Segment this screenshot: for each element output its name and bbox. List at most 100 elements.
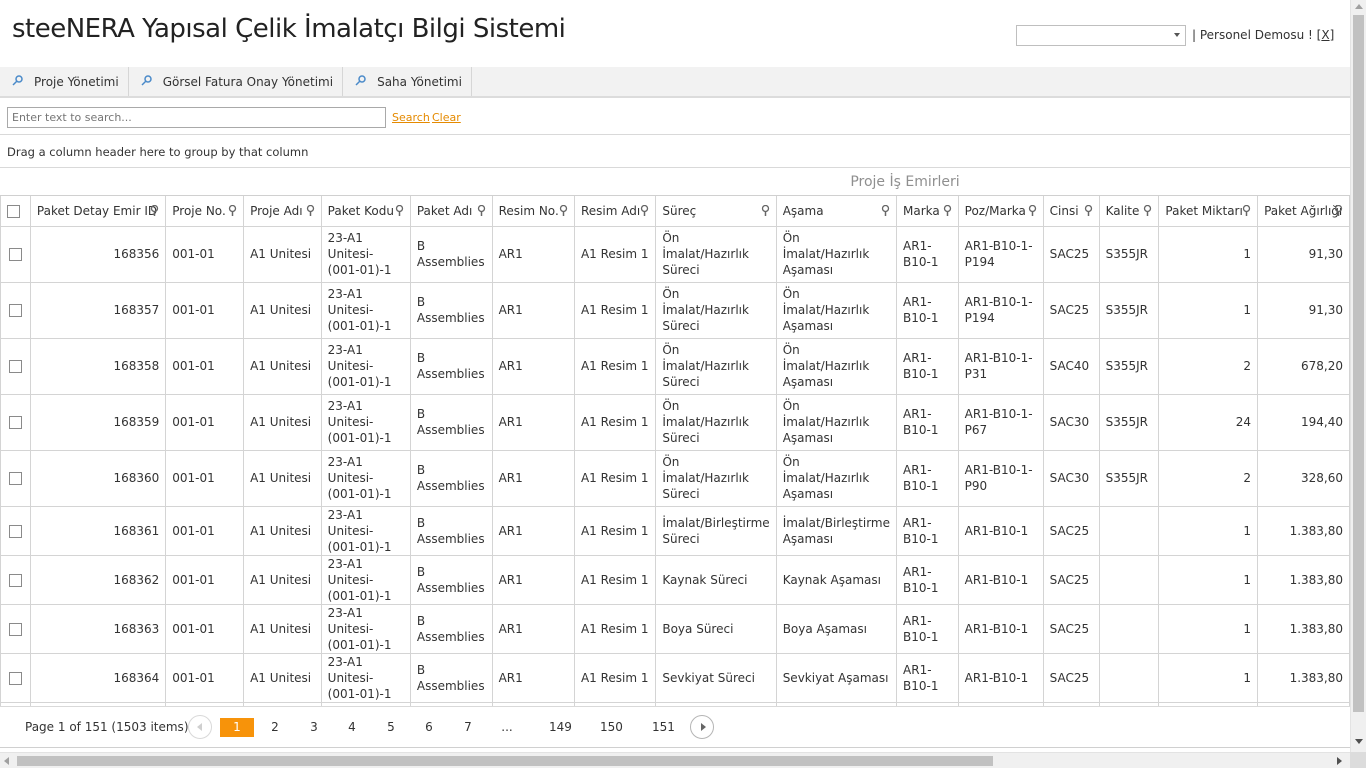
table-cell <box>1098 554 1160 605</box>
table-row[interactable]: 168363 001-01 A1 Unitesi 23-A1 Unitesi-(001… <box>0 603 1350 654</box>
filter-icon[interactable] <box>640 204 649 219</box>
user-area: | Personel Demosu ! [X] <box>1016 24 1334 46</box>
table-row[interactable]: 168364 001-01 A1 Unitesi 23-A1 Unitesi-(001… <box>0 652 1350 703</box>
table-cell: A1 Resim 1 <box>573 281 657 339</box>
filter-icon[interactable] <box>477 204 486 219</box>
next-page-button[interactable] <box>690 715 714 739</box>
column-header[interactable]: Poz/Marka <box>957 196 1044 227</box>
page-6[interactable]: 6 <box>419 718 439 737</box>
filter-icon[interactable] <box>395 204 404 219</box>
filter-icon[interactable] <box>1028 204 1037 219</box>
page-151[interactable]: 151 <box>648 718 679 737</box>
column-header[interactable]: Marka <box>896 196 959 227</box>
table-cell: A1 Resim 1 <box>573 603 657 654</box>
vertical-scrollbar[interactable] <box>1350 0 1366 752</box>
vertical-scroll-thumb[interactable] <box>1353 15 1364 712</box>
filter-icon[interactable] <box>1143 204 1152 219</box>
user-dropdown[interactable] <box>1016 24 1186 46</box>
filter-icon[interactable] <box>943 204 952 219</box>
table-row[interactable]: 168358 001-01 A1 Unitesi 23-A1 Unitesi-(001… <box>0 337 1350 395</box>
page-149[interactable]: 149 <box>545 718 576 737</box>
column-header[interactable]: Paket Adı <box>409 196 493 227</box>
column-header[interactable]: Resim Adı <box>573 196 657 227</box>
horizontal-scroll-thumb[interactable] <box>17 756 993 766</box>
column-header[interactable]: Cinsi <box>1042 196 1100 227</box>
filter-icon[interactable] <box>228 204 237 219</box>
row-checkbox[interactable] <box>8 248 22 261</box>
column-header[interactable]: Paket Kodu <box>320 196 411 227</box>
row-checkbox[interactable] <box>8 416 22 429</box>
table-cell <box>1098 603 1160 654</box>
page-7[interactable]: 7 <box>458 718 478 737</box>
filter-icon[interactable] <box>1334 204 1343 219</box>
column-header[interactable]: Aşama <box>775 196 898 227</box>
table-cell: AR1 <box>491 652 575 703</box>
logout-link[interactable]: X <box>1321 28 1329 42</box>
page-150[interactable]: 150 <box>596 718 627 737</box>
menu-item-1[interactable]: Proje Yönetimi <box>0 67 129 96</box>
app-title: steeNERA Yapısal Çelik İmalatçı Bilgi Si… <box>12 14 566 44</box>
scroll-left-icon[interactable] <box>4 757 9 765</box>
column-header[interactable]: Süreç <box>655 196 777 227</box>
prev-page-button[interactable] <box>188 715 212 739</box>
column-header[interactable]: Paket Ağırlığı <box>1257 196 1350 227</box>
filter-icon[interactable] <box>150 204 159 219</box>
user-bracket: ] <box>1329 28 1335 42</box>
scroll-down-icon[interactable] <box>1355 739 1363 744</box>
column-header-label: Marka <box>903 203 940 218</box>
row-checkbox[interactable] <box>8 573 22 587</box>
select-all-checkbox[interactable] <box>0 196 31 227</box>
search-button[interactable]: Search <box>392 111 430 124</box>
column-header[interactable]: Paket Miktarı <box>1158 196 1259 227</box>
filter-icon[interactable] <box>761 204 770 219</box>
table-cell: 24 <box>1158 393 1259 451</box>
filter-icon[interactable] <box>1084 204 1093 219</box>
column-header[interactable]: Paket Detay Emir ID <box>29 196 167 227</box>
table-row[interactable]: 168360 001-01 A1 Unitesi 23-A1 Unitesi-(001… <box>0 449 1350 507</box>
page-2[interactable]: 2 <box>265 718 285 737</box>
page-1[interactable]: 1 <box>220 718 254 737</box>
table-row[interactable]: 168359 001-01 A1 Unitesi 23-A1 Unitesi-(001… <box>0 393 1350 451</box>
filter-icon[interactable] <box>559 204 568 219</box>
horizontal-scrollbar[interactable] <box>0 752 1350 768</box>
row-checkbox[interactable] <box>8 472 22 485</box>
table-row[interactable]: 168357 001-01 A1 Unitesi 23-A1 Unitesi-(001… <box>0 281 1350 339</box>
table-cell: AR1-B10-1 <box>957 603 1044 654</box>
table-cell: AR1 <box>491 554 575 605</box>
table-cell: 168360 <box>29 449 167 507</box>
pager-ellipsis[interactable]: ... <box>497 718 517 737</box>
table-cell: İmalat/Birleştirme Süreci <box>655 505 777 556</box>
table-cell: B Assemblies <box>409 393 493 451</box>
column-header[interactable]: Kalite <box>1098 196 1160 227</box>
pin-icon <box>141 74 163 89</box>
search-input[interactable] <box>7 107 386 128</box>
table-cell: S355JR <box>1098 337 1160 395</box>
page-5[interactable]: 5 <box>381 718 401 737</box>
checkbox[interactable] <box>7 204 20 218</box>
table-row[interactable]: 168356 001-01 A1 Unitesi 23-A1 Unitesi-(001… <box>0 225 1350 283</box>
clear-button[interactable]: Clear <box>432 111 461 124</box>
row-checkbox[interactable] <box>8 671 22 685</box>
row-checkbox[interactable] <box>8 524 22 538</box>
page-3[interactable]: 3 <box>304 718 324 737</box>
menu-item-2[interactable]: Görsel Fatura Onay Yönetimi <box>129 67 344 96</box>
table-cell: 23-A1 Unitesi-(001-01)-1 <box>320 449 411 507</box>
table-row[interactable]: 168361 001-01 A1 Unitesi 23-A1 Unitesi-(001… <box>0 505 1350 556</box>
filter-icon[interactable] <box>881 204 890 219</box>
table-row[interactable]: 168362 001-01 A1 Unitesi 23-A1 Unitesi-(001… <box>0 554 1350 605</box>
scroll-up-icon[interactable] <box>1355 4 1363 9</box>
column-header[interactable]: Proje No. <box>165 196 245 227</box>
filter-icon[interactable] <box>1242 204 1251 219</box>
row-checkbox[interactable] <box>8 304 22 317</box>
menu-item-3[interactable]: Saha Yönetimi <box>343 67 472 96</box>
column-header[interactable]: Proje Adı <box>243 196 322 227</box>
filter-icon[interactable] <box>306 204 315 219</box>
row-checkbox[interactable] <box>8 360 22 373</box>
row-checkbox[interactable] <box>8 622 22 636</box>
column-header[interactable]: Resim No. <box>491 196 575 227</box>
table-cell: 1 <box>1158 225 1259 283</box>
group-panel[interactable]: Drag a column header here to group by th… <box>0 136 1350 168</box>
table-cell: 91,30 <box>1257 225 1350 283</box>
page-4[interactable]: 4 <box>342 718 362 737</box>
scroll-right-icon[interactable] <box>1337 757 1342 765</box>
